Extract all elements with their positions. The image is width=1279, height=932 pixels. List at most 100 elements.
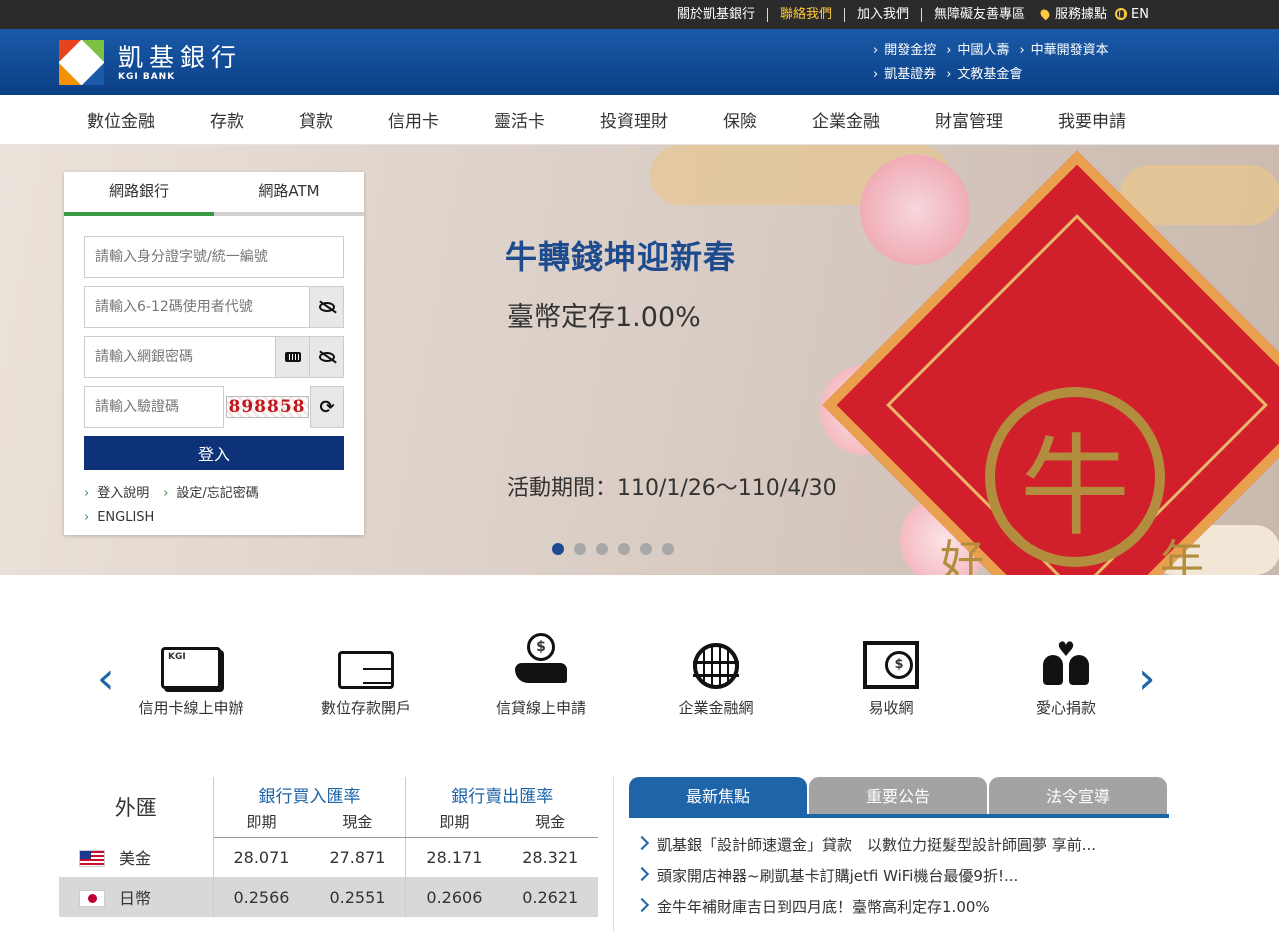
nav-item-insurance[interactable]: 保險 <box>723 107 757 132</box>
service-credit-card[interactable]: 信用卡線上申辦 <box>116 627 266 718</box>
fx-col-cash: 現金 <box>502 807 598 838</box>
login-button[interactable]: 登入 <box>84 436 344 470</box>
about-link[interactable]: 關於凱基銀行 <box>665 7 767 22</box>
carousel-dot[interactable] <box>618 543 630 555</box>
accessibility-link[interactable]: 無障礙友善專區 <box>921 7 1037 22</box>
chevron-left-icon[interactable]: ‹ <box>97 657 115 701</box>
login-help-link[interactable]: 登入說明 <box>84 486 149 501</box>
service-label: 易收網 <box>868 699 914 717</box>
service-digital-account[interactable]: 數位存款開戶 <box>291 627 441 718</box>
section-divider <box>613 777 614 932</box>
currency-name: 美金 <box>119 849 152 868</box>
nav-item-investment[interactable]: 投資理財 <box>600 107 668 132</box>
nav-item-flex-card[interactable]: 靈活卡 <box>494 107 545 132</box>
toggle-password-visibility-button[interactable] <box>309 337 343 377</box>
couplet-word-right: 年 <box>1160 536 1204 575</box>
captcha-input[interactable] <box>84 386 224 428</box>
carousel-dot[interactable] <box>596 543 608 555</box>
service-personal-loan[interactable]: $ 信貸線上申請 <box>466 627 616 718</box>
forgot-password-link[interactable]: 設定/忘記密碼 <box>163 486 259 501</box>
fx-currency: 日幣 <box>59 877 214 917</box>
english-link[interactable]: ENGLISH <box>84 510 154 525</box>
carousel-dot[interactable] <box>552 543 564 555</box>
carousel-dot[interactable] <box>574 543 586 555</box>
service-corporate-banking[interactable]: 企業金融網 <box>641 627 791 718</box>
password-input[interactable] <box>85 337 275 377</box>
group-link[interactable]: 文教基金會 <box>946 67 1022 82</box>
password-field-wrap <box>84 336 344 378</box>
user-code-input[interactable] <box>85 287 309 327</box>
tab-online-atm[interactable]: 網路ATM <box>214 172 364 216</box>
service-payment-collection[interactable]: 易收網 <box>816 627 966 718</box>
news-item[interactable]: 金牛年補財庫吉日到四月底！臺幣高利定存1.00% <box>629 892 1129 923</box>
tab-online-banking[interactable]: 網路銀行 <box>64 172 214 216</box>
nav-item-deposit[interactable]: 存款 <box>210 107 244 132</box>
captcha-row: 898858 ⟳ <box>84 386 344 428</box>
decorative-flower <box>860 155 970 265</box>
tab-latest-news[interactable]: 最新焦點 <box>629 777 807 814</box>
currency-name: 日幣 <box>119 889 152 908</box>
banner-subtitle: 臺幣定存1.00% <box>507 302 701 333</box>
group-link[interactable]: 中華開發資本 <box>1019 43 1108 58</box>
tab-announcements[interactable]: 重要公告 <box>809 777 987 814</box>
service-label: 數位存款開戶 <box>320 699 411 717</box>
eye-slash-icon <box>318 302 335 312</box>
service-label: 信用卡線上申辦 <box>138 699 244 717</box>
fx-rate-table: 外匯 銀行買入匯率 銀行賣出匯率 即期 現金 即期 現金 美金 28.071 2… <box>59 777 598 917</box>
utility-bar: 關於凱基銀行 聯絡我們 加入我們 無障礙友善專區 服務據點 EN <box>0 0 1279 29</box>
nav-item-digital[interactable]: 數位金融 <box>87 107 155 132</box>
fx-col-cash: 現金 <box>309 807 407 838</box>
locations-link[interactable]: 服務據點 <box>1037 6 1111 22</box>
login-panel: 網路銀行 網路ATM 898858 ⟳ 登入 登入說明設 <box>64 172 364 535</box>
quick-services: ‹ 信用卡線上申辦 數位存款開戶 $ 信貸線上申請 企業金融網 易收網 ♥ 愛心… <box>0 575 1279 777</box>
group-link[interactable]: 中國人壽 <box>946 43 1009 58</box>
fx-value: 0.2606 <box>426 887 483 907</box>
bank-name-zh: 凱基銀行 <box>118 42 243 72</box>
kgi-logo-icon <box>59 40 104 85</box>
refresh-captcha-button[interactable]: ⟳ <box>310 386 344 428</box>
captcha-image: 898858 <box>225 386 309 428</box>
fx-currency: 美金 <box>59 837 214 877</box>
fx-value: 27.871 <box>309 837 407 877</box>
banner-period: 活動期間：110/1/26～110/4/30 <box>507 476 837 501</box>
carousel-dot[interactable] <box>640 543 652 555</box>
nav-item-loan[interactable]: 貸款 <box>299 107 333 132</box>
fx-buy-header: 銀行買入匯率 <box>213 777 407 807</box>
id-input[interactable] <box>85 237 343 277</box>
service-charity[interactable]: ♥ 愛心捐款 <box>991 627 1141 718</box>
tab-regulations[interactable]: 法令宣導 <box>989 777 1167 814</box>
language-link[interactable]: EN <box>1111 7 1153 22</box>
join-link[interactable]: 加入我們 <box>844 7 921 22</box>
group-link[interactable]: 開發金控 <box>873 43 936 58</box>
nav-item-apply[interactable]: 我要申請 <box>1058 107 1126 132</box>
bank-name-en: KGI BANK <box>118 71 176 82</box>
fx-col-spot: 即期 <box>213 807 310 838</box>
bottom-section: 外匯 銀行買入匯率 銀行賣出匯率 即期 現金 即期 現金 美金 28.071 2… <box>0 777 1279 932</box>
hero-banner[interactable]: 牛 好 年 牛轉錢坤迎新春 臺幣定存1.00% 活動期間：110/1/26～11… <box>0 145 1279 575</box>
group-link[interactable]: 凱基證券 <box>873 67 936 82</box>
news-item[interactable]: 凱基銀「設計師速還金」貸款 以數位力挺髮型設計師圓夢 享前... <box>629 830 1129 861</box>
virtual-keyboard-button[interactable] <box>275 337 309 377</box>
carousel-dot[interactable] <box>662 543 674 555</box>
charity-heart-icon: ♥ <box>1041 639 1091 689</box>
contact-link[interactable]: 聯絡我們 <box>766 7 844 22</box>
nav-item-wealth[interactable]: 財富管理 <box>935 107 1003 132</box>
fx-col-spot: 即期 <box>405 807 503 838</box>
chevron-right-icon[interactable]: › <box>1138 657 1156 701</box>
nav-item-credit-card[interactable]: 信用卡 <box>388 107 439 132</box>
fx-sell-header: 銀行賣出匯率 <box>451 786 554 807</box>
news-item[interactable]: 頭家開店神器~刷凱基卡訂購jetfi WiFi機台最優9折!... <box>629 861 1129 892</box>
bank-logo[interactable]: 凱基銀行 KGI BANK <box>59 40 242 85</box>
fx-value: 28.171 <box>426 847 483 867</box>
fx-value: 28.321 <box>522 847 579 867</box>
news-panel: 最新焦點 重要公告 法令宣導 凱基銀「設計師速還金」貸款 以數位力挺髮型設計師圓… <box>629 777 1169 923</box>
refresh-icon: ⟳ <box>319 396 335 418</box>
banner-title: 牛轉錢坤迎新春 <box>505 238 737 276</box>
fx-value: 28.071 <box>233 847 290 867</box>
user-field-wrap <box>84 286 344 328</box>
nav-item-corporate[interactable]: 企業金融 <box>812 107 880 132</box>
fx-title: 外匯 <box>59 777 214 837</box>
locations-label: 服務據點 <box>1055 6 1108 22</box>
toggle-visibility-button[interactable] <box>309 287 343 327</box>
main-nav: 數位金融 存款 貸款 信用卡 靈活卡 投資理財 保險 企業金融 財富管理 我要申… <box>0 95 1279 145</box>
